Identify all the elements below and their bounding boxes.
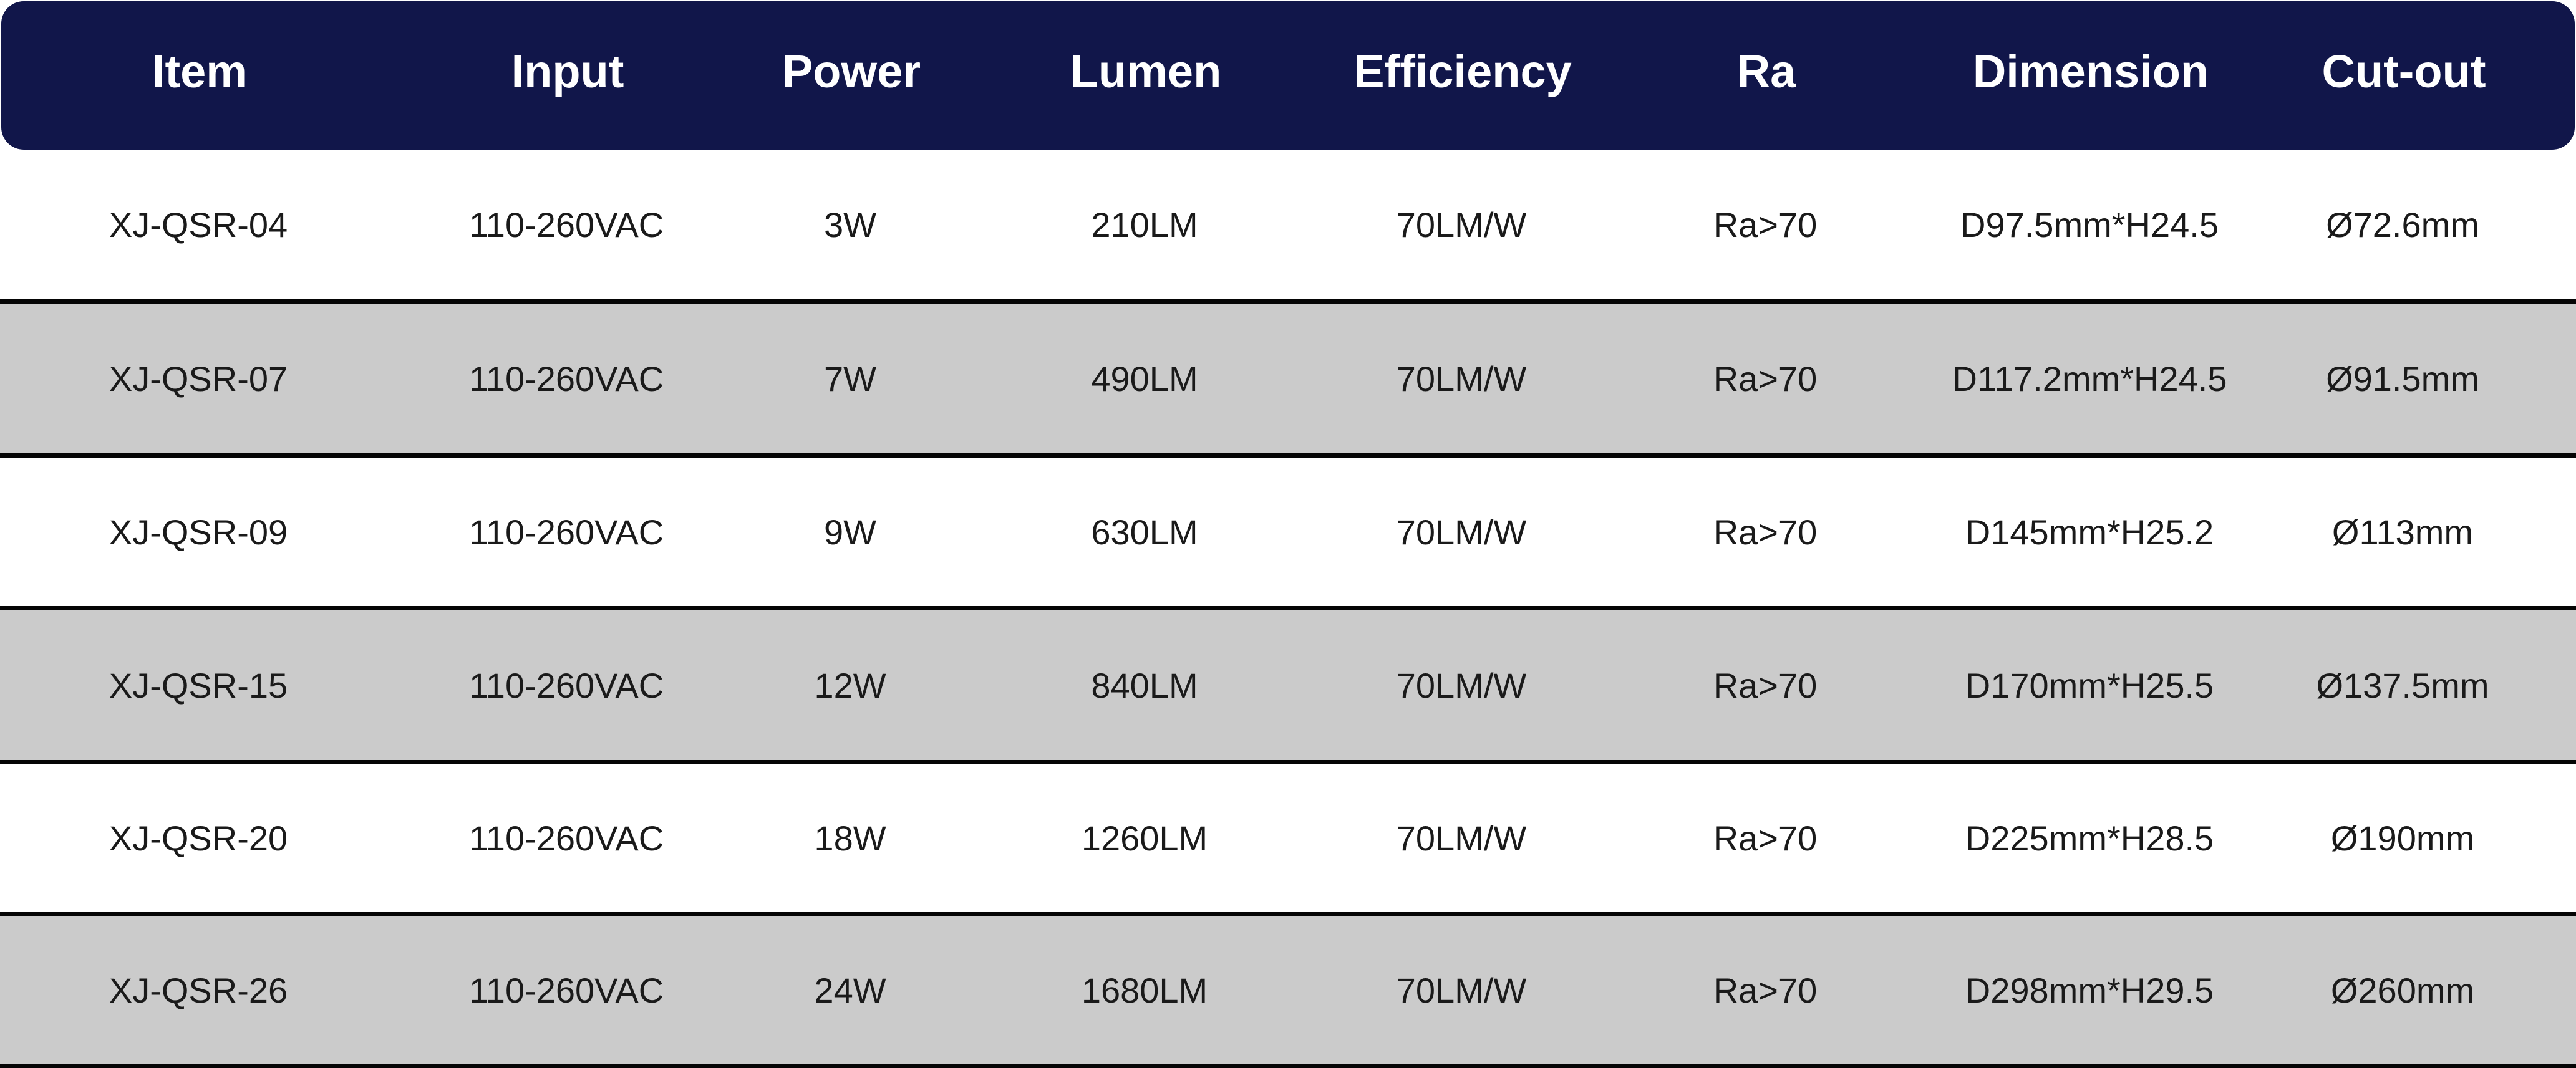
table-row: XJ-QSR-07 110-260VAC 7W 490LM 70LM/W Ra>… — [0, 304, 2576, 453]
cell-lumen: 840LM — [1091, 665, 1198, 705]
header-input: Input — [511, 46, 624, 97]
cell-dimension: D298mm*H29.5 — [1965, 970, 2214, 1010]
cell-lumen: 1680LM — [1081, 970, 1208, 1010]
cell-ra: Ra>70 — [1713, 665, 1818, 705]
cell-dimension: D145mm*H25.2 — [1965, 512, 2214, 552]
cell-dimension: D225mm*H28.5 — [1965, 819, 2214, 858]
header-dimension: Dimension — [1972, 46, 2209, 97]
cell-cut-out: Ø113mm — [2331, 512, 2474, 552]
cell-cut-out: Ø72.6mm — [2326, 204, 2479, 244]
table-row: XJ-QSR-20 110-260VAC 18W 1260LM 70LM/W R… — [0, 764, 2576, 912]
cell-power: 12W — [814, 665, 886, 705]
cell-input: 110-260VAC — [468, 512, 664, 552]
cell-efficiency: 70LM/W — [1396, 204, 1527, 244]
cell-input: 110-260VAC — [468, 358, 664, 398]
cell-dimension: D170mm*H25.5 — [1965, 665, 2214, 705]
cell-efficiency: 70LM/W — [1396, 665, 1527, 705]
cell-efficiency: 70LM/W — [1396, 512, 1527, 552]
cell-item: XJ-QSR-26 — [109, 970, 288, 1010]
cell-item: XJ-QSR-07 — [109, 358, 288, 398]
cell-lumen: 210LM — [1091, 204, 1198, 244]
header-power: Power — [782, 46, 921, 97]
row-divider — [0, 453, 2576, 458]
cell-item: XJ-QSR-04 — [109, 204, 288, 244]
cell-power: 7W — [824, 358, 876, 398]
cell-cut-out: Ø91.5mm — [2326, 358, 2479, 398]
row-divider — [0, 912, 2576, 916]
cell-dimension: D97.5mm*H24.5 — [1960, 204, 2219, 244]
header-item: Item — [152, 46, 248, 97]
cell-input: 110-260VAC — [468, 970, 664, 1010]
cell-cut-out: Ø137.5mm — [2316, 665, 2489, 705]
cell-efficiency: 70LM/W — [1396, 970, 1527, 1010]
cell-ra: Ra>70 — [1713, 358, 1818, 398]
cell-cut-out: Ø190mm — [2330, 819, 2475, 858]
cell-input: 110-260VAC — [468, 204, 664, 244]
row-divider — [0, 606, 2576, 610]
cell-lumen: 490LM — [1091, 358, 1198, 398]
cell-power: 3W — [824, 204, 876, 244]
table-row: XJ-QSR-26 110-260VAC 24W 1680LM 70LM/W R… — [0, 916, 2576, 1064]
cell-input: 110-260VAC — [468, 819, 664, 858]
cell-ra: Ra>70 — [1713, 512, 1818, 552]
table-row: XJ-QSR-15 110-260VAC 12W 840LM 70LM/W Ra… — [0, 610, 2576, 760]
cell-cut-out: Ø260mm — [2330, 970, 2475, 1010]
cell-efficiency: 70LM/W — [1396, 819, 1527, 858]
cell-input: 110-260VAC — [468, 665, 664, 705]
cell-efficiency: 70LM/W — [1396, 358, 1527, 398]
cell-power: 24W — [814, 970, 886, 1010]
header-cut-out: Cut-out — [2322, 46, 2486, 97]
cell-ra: Ra>70 — [1713, 970, 1818, 1010]
header-ra: Ra — [1736, 46, 1796, 97]
header-efficiency: Efficiency — [1353, 46, 1572, 97]
table-header: Item Input Power Lumen Efficiency Ra Dim… — [1, 1, 2575, 150]
table-row: XJ-QSR-04 110-260VAC 3W 210LM 70LM/W Ra>… — [0, 150, 2576, 299]
table-row: XJ-QSR-09 110-260VAC 9W 630LM 70LM/W Ra>… — [0, 458, 2576, 606]
cell-lumen: 630LM — [1091, 512, 1198, 552]
cell-item: XJ-QSR-15 — [109, 665, 288, 705]
cell-power: 9W — [824, 512, 876, 552]
cell-dimension: D117.2mm*H24.5 — [1952, 358, 2227, 398]
cell-power: 18W — [814, 819, 886, 858]
header-lumen: Lumen — [1070, 46, 1222, 97]
row-divider — [0, 760, 2576, 764]
cell-ra: Ra>70 — [1713, 819, 1818, 858]
cell-item: XJ-QSR-09 — [109, 512, 288, 552]
cell-lumen: 1260LM — [1081, 819, 1208, 858]
row-divider — [0, 1064, 2576, 1068]
cell-item: XJ-QSR-20 — [109, 819, 288, 858]
row-divider — [0, 299, 2576, 304]
cell-ra: Ra>70 — [1713, 204, 1818, 244]
spec-table: Item Input Power Lumen Efficiency Ra Dim… — [0, 0, 2576, 1068]
